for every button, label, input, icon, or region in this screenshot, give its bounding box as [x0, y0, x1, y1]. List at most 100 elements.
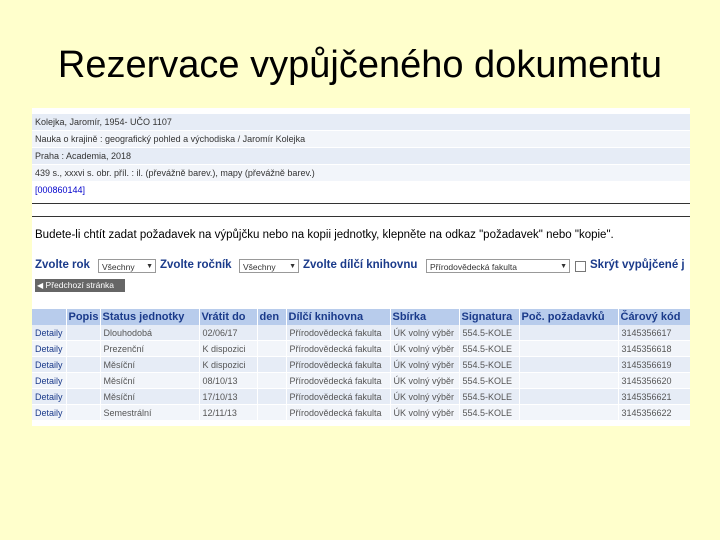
due-date-cell: K dispozici [199, 356, 258, 373]
divider [32, 203, 690, 204]
item-status-cell: Měsíční [100, 356, 200, 373]
requests-cell [519, 325, 619, 341]
previous-page-button[interactable]: ◀ Předchozí stránka [35, 279, 125, 292]
record-imprint: Praha : Academia, 2018 [32, 148, 690, 165]
items-table-body: Detaily Dlouhodobá 02/06/17 Přírodovědecká … [32, 325, 690, 421]
sublibrary-cell: Přírodovědecká fakulta [286, 404, 391, 421]
hide-loaned-label: Skrýt vypůjčené j [590, 259, 685, 271]
previous-page-label: Předchozí stránka [45, 280, 115, 290]
request-notice: Budete-li chtít zadat požadavek na výpůj… [35, 229, 614, 241]
sublibrary-cell: Přírodovědecká fakulta [286, 340, 391, 357]
details-link-cell[interactable]: Detaily [32, 388, 67, 405]
catalog-screenshot: Kolejka, Jaromír, 1954- UČO 1107 Nauka o… [32, 108, 690, 426]
requests-cell [519, 404, 619, 421]
divider [32, 216, 690, 217]
arrow-left-icon: ◀ [37, 281, 44, 290]
due-date-cell: 08/10/13 [199, 372, 258, 389]
sublibrary-cell: Přírodovědecká fakulta [286, 372, 391, 389]
year-filter-label: Zvolte rok [35, 259, 90, 271]
due-hour-cell [257, 340, 287, 357]
column-header-barcode[interactable]: Čárový kód [618, 309, 690, 325]
sublibrary-filter-label: Zvolte dílčí knihovnu [303, 259, 418, 271]
column-header-description[interactable]: Popis [66, 309, 101, 325]
due-date-cell: K dispozici [199, 340, 258, 357]
item-status-cell: Měsíční [100, 388, 200, 405]
description-cell [66, 356, 101, 373]
table-row: Detaily Měsíční 17/10/13 Přírodovědecká fak… [32, 388, 690, 405]
column-header [32, 309, 67, 325]
collection-cell: ÚK volný výběr [390, 388, 460, 405]
details-link-cell[interactable]: Detaily [32, 372, 67, 389]
table-row: Detaily Semestrální 12/11/13 Přírodovědecká… [32, 404, 690, 421]
table-row: Detaily Měsíční 08/10/13 Přírodovědecká fak… [32, 372, 690, 389]
due-hour-cell [257, 388, 287, 405]
column-header-sublibrary[interactable]: Dílčí knihovna [286, 309, 391, 325]
collection-cell: ÚK volný výběr [390, 340, 460, 357]
column-header-collection[interactable]: Sbírka [390, 309, 460, 325]
due-date-cell: 02/06/17 [199, 325, 258, 341]
item-status-cell: Dlouhodobá [100, 325, 200, 341]
call-number-cell: 554.5-KOLE [459, 404, 520, 421]
record-extent: 439 s., xxxvi s. obr. příl. : il. (převá… [32, 165, 690, 182]
call-number-cell: 554.5-KOLE [459, 356, 520, 373]
column-header-item-status[interactable]: Status jednotky [100, 309, 200, 325]
filter-bar: Zvolte rok Všechny ▼ Zvolte ročník Všech… [35, 259, 690, 275]
item-status-cell: Semestrální [100, 404, 200, 421]
item-status-cell: Prezenční [100, 340, 200, 357]
record-author: Kolejka, Jaromír, 1954- UČO 1107 [32, 114, 690, 131]
column-header-call-number[interactable]: Signatura [459, 309, 520, 325]
chevron-down-icon: ▼ [289, 263, 296, 270]
record-title: Nauka o krajině : geografický pohled a v… [32, 131, 690, 148]
hide-loaned-checkbox[interactable] [575, 261, 586, 272]
barcode-cell: 3145356618 [618, 340, 690, 357]
volume-select[interactable]: Všechny ▼ [239, 259, 299, 273]
year-select-value: Všechny [102, 262, 135, 272]
requests-cell [519, 340, 619, 357]
due-hour-cell [257, 404, 287, 421]
sublibrary-cell: Přírodovědecká fakulta [286, 388, 391, 405]
slide-title: Rezervace vypůjčeného dokumentu [57, 44, 663, 86]
barcode-cell: 3145356621 [618, 388, 690, 405]
sublibrary-select-value: Přírodovědecká fakulta [430, 262, 517, 272]
requests-cell [519, 388, 619, 405]
column-header-due-date[interactable]: Vrátit do [199, 309, 258, 325]
call-number-cell: 554.5-KOLE [459, 388, 520, 405]
table-row: Detaily Prezenční K dispozici Přírodovědeck… [32, 340, 690, 357]
volume-filter-label: Zvolte ročník [160, 259, 232, 271]
call-number-cell: 554.5-KOLE [459, 340, 520, 357]
item-status-cell: Měsíční [100, 372, 200, 389]
collection-cell: ÚK volný výběr [390, 372, 460, 389]
details-link-cell[interactable]: Detaily [32, 340, 67, 357]
details-link-cell[interactable]: Detaily [32, 356, 67, 373]
collection-cell: ÚK volný výběr [390, 356, 460, 373]
record-system-number[interactable]: [000860144] [32, 182, 690, 199]
chevron-down-icon: ▼ [146, 263, 153, 270]
description-cell [66, 388, 101, 405]
due-hour-cell [257, 356, 287, 373]
description-cell [66, 325, 101, 341]
volume-select-value: Všechny [243, 262, 276, 272]
chevron-down-icon: ▼ [560, 263, 567, 270]
column-header-requests[interactable]: Poč. požadavků [519, 309, 619, 325]
requests-cell [519, 356, 619, 373]
barcode-cell: 3145356622 [618, 404, 690, 421]
due-date-cell: 12/11/13 [199, 404, 258, 421]
sublibrary-select[interactable]: Přírodovědecká fakulta ▼ [426, 259, 570, 273]
due-date-cell: 17/10/13 [199, 388, 258, 405]
barcode-cell: 3145356617 [618, 325, 690, 341]
column-header-due-hour[interactable]: den [257, 309, 287, 325]
collection-cell: ÚK volný výběr [390, 325, 460, 341]
barcode-cell: 3145356620 [618, 372, 690, 389]
collection-cell: ÚK volný výběr [390, 404, 460, 421]
table-row: Detaily Dlouhodobá 02/06/17 Přírodovědecká … [32, 325, 690, 341]
description-cell [66, 404, 101, 421]
sublibrary-cell: Přírodovědecká fakulta [286, 356, 391, 373]
due-hour-cell [257, 372, 287, 389]
year-select[interactable]: Všechny ▼ [98, 259, 156, 273]
call-number-cell: 554.5-KOLE [459, 325, 520, 341]
table-row: Detaily Měsíční K dispozici Přírodovědecká … [32, 356, 690, 373]
details-link-cell[interactable]: Detaily [32, 325, 67, 341]
description-cell [66, 340, 101, 357]
details-link-cell[interactable]: Detaily [32, 404, 67, 421]
requests-cell [519, 372, 619, 389]
